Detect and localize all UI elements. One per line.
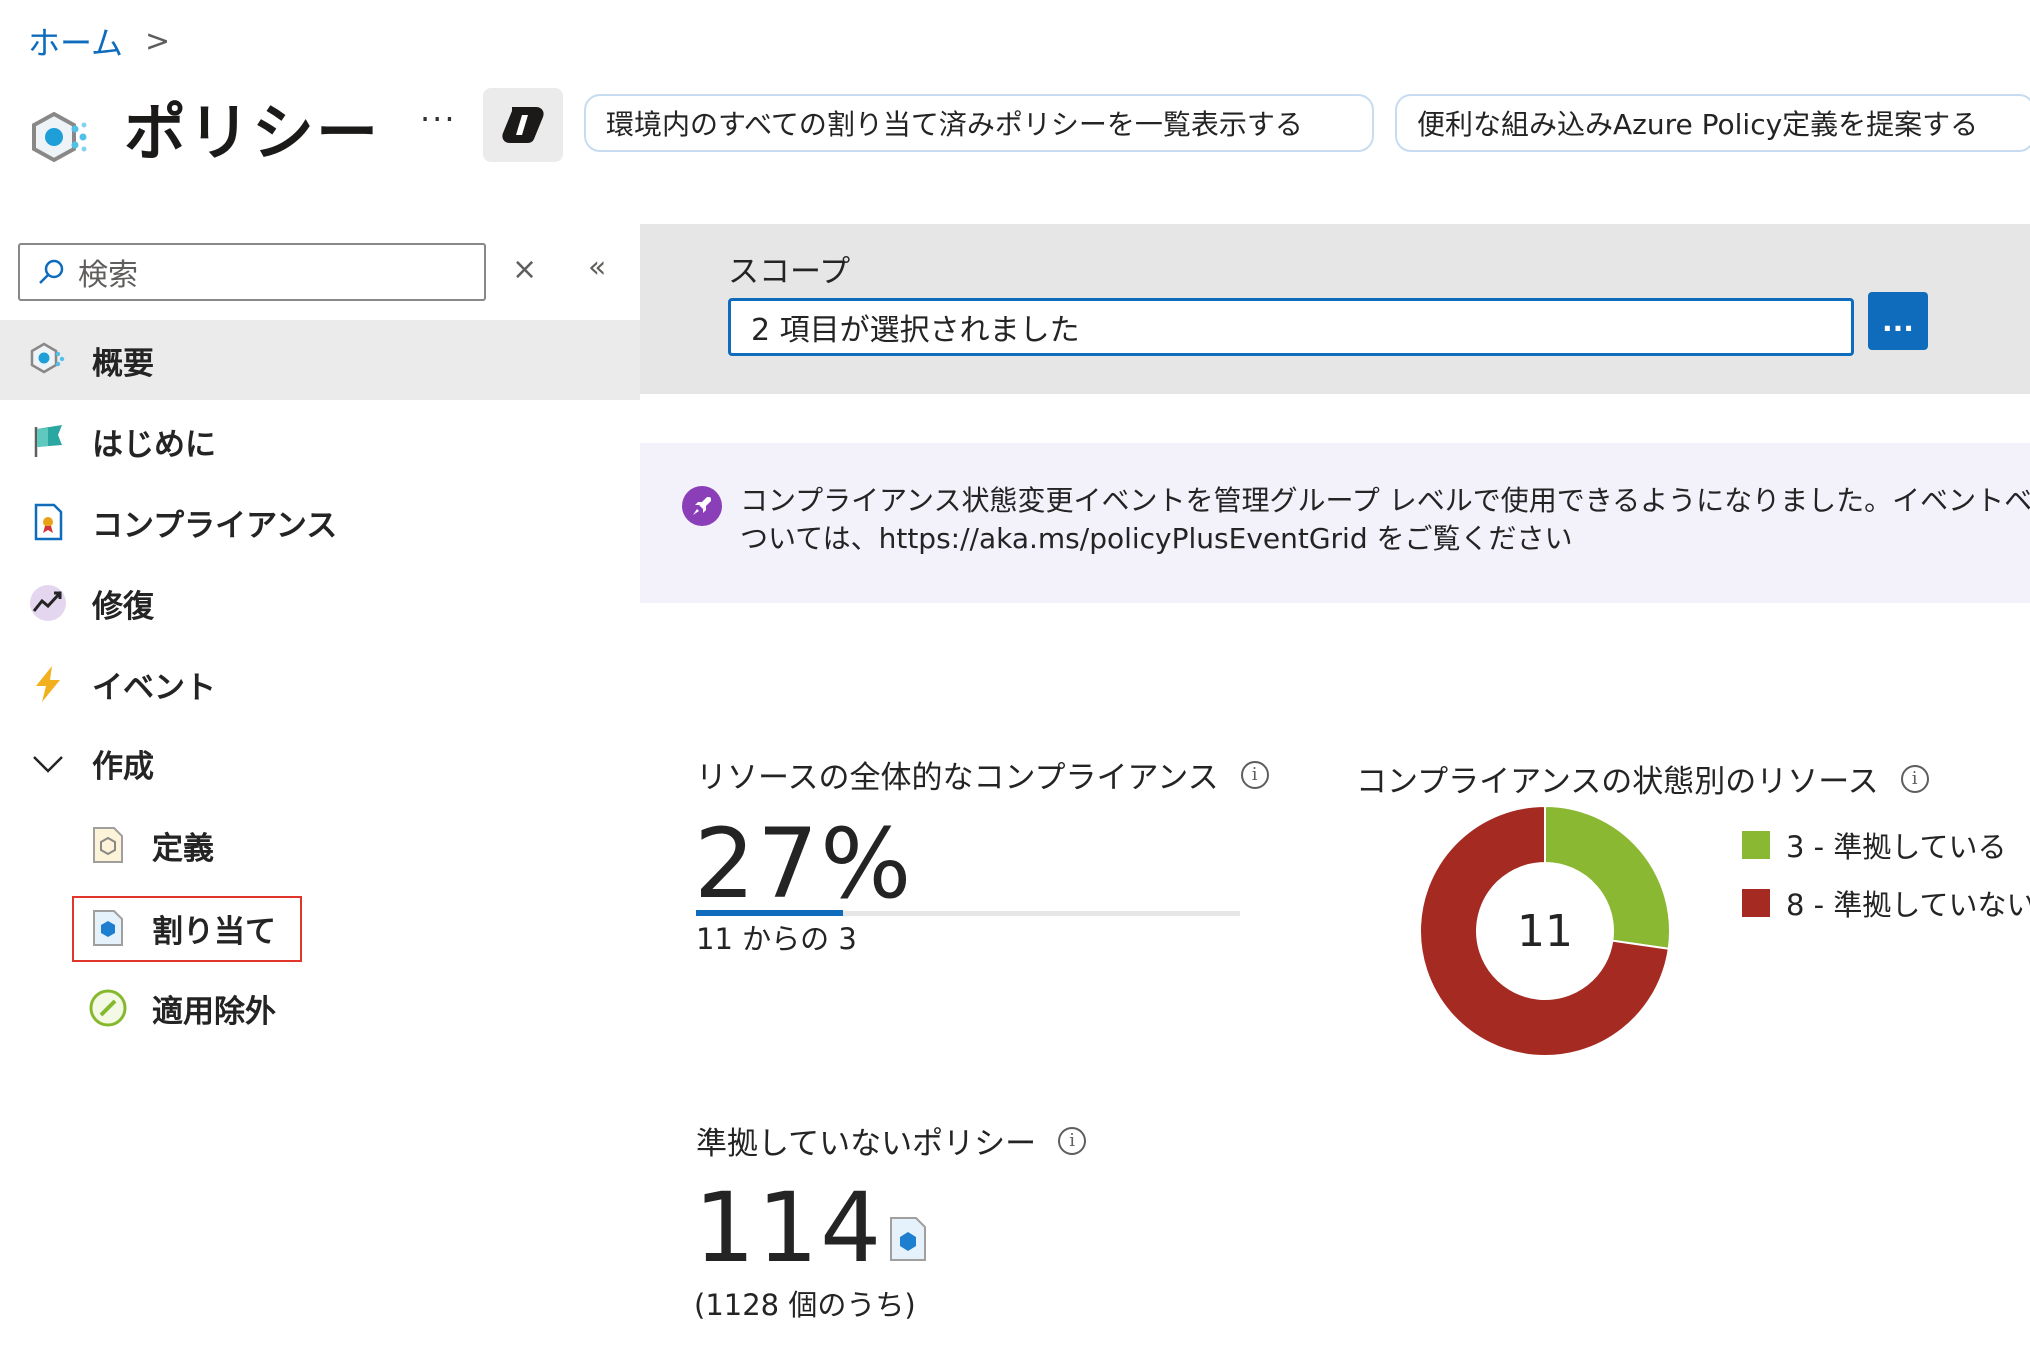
noncompliant-policies-count[interactable]: 114 — [694, 1172, 883, 1284]
rocket-icon — [682, 486, 722, 526]
overall-compliance-detail: 11 からの 3 — [696, 922, 857, 956]
remediation-icon — [28, 583, 68, 623]
search-icon — [39, 259, 64, 284]
sidebar-item-getting-started[interactable]: はじめに — [28, 411, 216, 471]
sidebar-item-definitions[interactable]: 定義 — [88, 815, 214, 875]
overall-compliance-title: リソースの全体的なコンプライアンス i — [696, 752, 1269, 797]
sidebar-item-events[interactable]: イベント — [28, 654, 216, 714]
donut-total: 11 — [1517, 905, 1573, 957]
resources-by-state-title: コンプライアンスの状態別のリソース i — [1356, 756, 1929, 801]
sidebar-item-compliance[interactable]: コンプライアンス — [28, 492, 337, 552]
more-options-button[interactable]: ··· — [420, 100, 457, 138]
resources-by-state-label: コンプライアンスの状態別のリソース — [1356, 764, 1879, 800]
banner-line-1: コンプライアンス状態変更イベントを管理グループ レベルで使用できるようになりまし… — [740, 484, 2030, 517]
exemption-icon — [88, 988, 128, 1028]
banner-message: コンプライアンス状態変更イベントを管理グループ レベルで使用できるようになりまし… — [740, 482, 2030, 558]
overall-compliance-percent: 27% — [694, 808, 914, 920]
legend-label: 8 - 準拠していない — [1786, 888, 2030, 922]
legend-swatch-noncompliant — [1742, 889, 1770, 917]
assignment-icon — [888, 1216, 928, 1266]
sidebar-item-label: 作成 — [92, 748, 154, 785]
sidebar-item-label: 修復 — [92, 588, 154, 625]
sidebar-item-overview[interactable]: 概要 — [28, 330, 154, 390]
sidebar-item-label: コンプライアンス — [92, 507, 338, 544]
noncompliant-policies-title: 準拠していないポリシー i — [696, 1118, 1087, 1163]
legend-compliant[interactable]: 3 - 準拠している — [1742, 824, 2006, 866]
scope-input[interactable]: 2 項目が選択されました — [728, 298, 1854, 356]
chevron-down-icon — [28, 743, 68, 783]
breadcrumb: ホーム > — [28, 18, 170, 64]
sidebar-item-remediation[interactable]: 修復 — [28, 573, 154, 633]
sidebar-search-input[interactable]: 検索 — [18, 243, 486, 301]
info-icon[interactable]: i — [1058, 1126, 1087, 1155]
scope-picker-button[interactable]: ... — [1868, 292, 1928, 350]
scope-label: スコープ — [728, 254, 851, 290]
sidebar-item-label: 定義 — [152, 830, 214, 867]
sidebar-item-label: 適用除外 — [152, 993, 276, 1030]
copilot-icon — [502, 107, 544, 143]
sidebar-item-label: はじめに — [92, 426, 216, 463]
info-icon[interactable]: i — [1900, 764, 1929, 793]
banner-line-2[interactable]: ついては、https://aka.ms/policyPlusEventGrid … — [740, 520, 2030, 558]
search-placeholder: 検索 — [78, 258, 138, 293]
sidebar-item-label: 概要 — [92, 345, 154, 382]
legend-label: 3 - 準拠している — [1786, 830, 2007, 864]
highlight-box — [72, 896, 302, 962]
overall-compliance-label: リソースの全体的なコンプライアンス — [696, 760, 1219, 796]
policy-service-icon — [28, 108, 100, 180]
noncompliant-policies-label: 準拠していないポリシー — [696, 1126, 1037, 1162]
sidebar-item-authoring[interactable]: 作成 — [28, 733, 154, 793]
legend-swatch-compliant — [1742, 831, 1770, 859]
policy-overview-icon — [28, 340, 68, 380]
events-icon — [28, 664, 68, 704]
noncompliant-policies-detail: (1128 個のうち) — [694, 1288, 916, 1322]
sidebar-item-label: イベント — [92, 669, 216, 706]
getting-started-icon — [28, 421, 68, 461]
definition-icon — [88, 825, 128, 865]
compliance-icon — [28, 502, 68, 542]
page-title: ポリシー — [124, 96, 381, 169]
list-assigned-policies-button[interactable]: 環境内のすべての割り当て済みポリシーを一覧表示する — [584, 94, 1374, 152]
legend-noncompliant[interactable]: 8 - 準拠していない — [1742, 882, 2030, 924]
copilot-button[interactable] — [483, 88, 563, 162]
sidebar-item-exemptions[interactable]: 適用除外 — [88, 978, 276, 1038]
collapse-sidebar-button[interactable]: « — [588, 250, 606, 285]
clear-search-button[interactable]: × — [512, 252, 537, 287]
suggest-builtin-definitions-button[interactable]: 便利な組み込みAzure Policy定義を提案する — [1395, 94, 2030, 152]
info-icon[interactable]: i — [1240, 760, 1269, 789]
resources-donut-chart: 11 — [1419, 804, 1671, 1057]
breadcrumb-separator: > — [145, 23, 171, 59]
breadcrumb-home-link[interactable]: ホーム — [28, 18, 123, 64]
